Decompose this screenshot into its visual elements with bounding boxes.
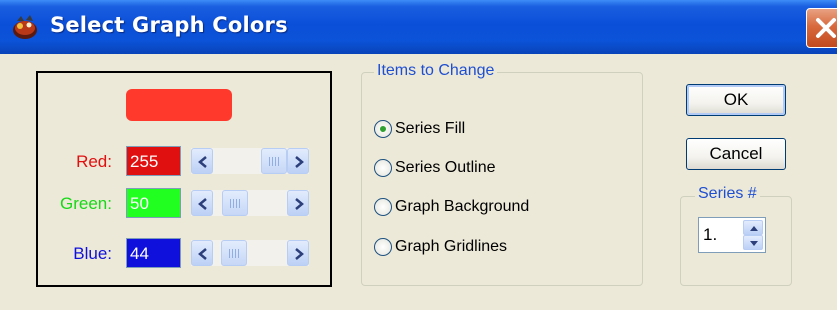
blue-scroll-right-button[interactable]	[287, 240, 309, 266]
window-title: Select Graph Colors	[50, 13, 288, 37]
series-number-spinner[interactable]: 1.	[698, 217, 766, 253]
red-scroll-left-button[interactable]	[191, 148, 213, 174]
chevron-right-icon	[295, 198, 304, 210]
blue-input[interactable]: 44	[126, 238, 181, 268]
close-button[interactable]	[806, 8, 837, 48]
blue-row: Blue: 44	[38, 236, 330, 270]
close-icon	[816, 18, 836, 38]
green-scroll-right-button[interactable]	[287, 190, 309, 216]
red-scroll-thumb[interactable]	[261, 148, 287, 174]
items-to-change-group: Items to Change Series Fill Series Outli…	[361, 62, 643, 286]
red-row: Red: 255	[38, 144, 330, 178]
red-input[interactable]: 255	[126, 146, 181, 176]
app-icon[interactable]	[11, 13, 39, 41]
red-label: Red:	[76, 152, 112, 171]
green-input[interactable]: 50	[126, 188, 181, 218]
chevron-left-icon	[198, 248, 207, 260]
radio-label: Graph Background	[395, 198, 530, 215]
dialog-body: Red: 255 Green: 50 Blue: 44 Items to Cha…	[0, 54, 837, 310]
chevron-left-icon	[198, 198, 207, 210]
series-number-value: 1.	[703, 225, 718, 244]
green-scrollbar[interactable]	[191, 190, 309, 216]
blue-scroll-thumb[interactable]	[221, 240, 248, 266]
blue-scroll-left-button[interactable]	[191, 240, 213, 266]
spin-up-icon	[750, 226, 758, 231]
radio-label: Series Fill	[395, 120, 466, 137]
color-preview-panel: Red: 255 Green: 50 Blue: 44	[36, 71, 332, 287]
green-scroll-left-button[interactable]	[191, 190, 213, 216]
series-number-group: Series # 1.	[680, 185, 792, 286]
title-bar: Select Graph Colors	[0, 0, 837, 54]
green-scroll-thumb[interactable]	[222, 190, 249, 216]
spin-up-button[interactable]	[743, 220, 763, 235]
red-scrollbar[interactable]	[191, 148, 309, 174]
red-scroll-right-button[interactable]	[287, 148, 309, 174]
series-number-title: Series #	[695, 185, 760, 203]
radio-label: Series Outline	[395, 159, 496, 176]
radio-selected-dot	[380, 126, 386, 132]
radio-label: Graph Gridlines	[395, 238, 508, 255]
green-row: Green: 50	[38, 186, 330, 220]
chevron-right-icon	[295, 156, 304, 168]
green-label: Green:	[60, 194, 112, 213]
color-swatch	[126, 89, 232, 121]
items-to-change-title: Items to Change	[374, 62, 498, 80]
spin-down-icon	[750, 241, 758, 246]
ok-button[interactable]: OK	[686, 84, 786, 116]
chevron-right-icon	[295, 248, 304, 260]
blue-label: Blue:	[73, 244, 112, 263]
cancel-button[interactable]: Cancel	[686, 138, 786, 170]
spin-down-button[interactable]	[743, 235, 763, 250]
chevron-left-icon	[198, 156, 207, 168]
blue-scrollbar[interactable]	[191, 240, 309, 266]
